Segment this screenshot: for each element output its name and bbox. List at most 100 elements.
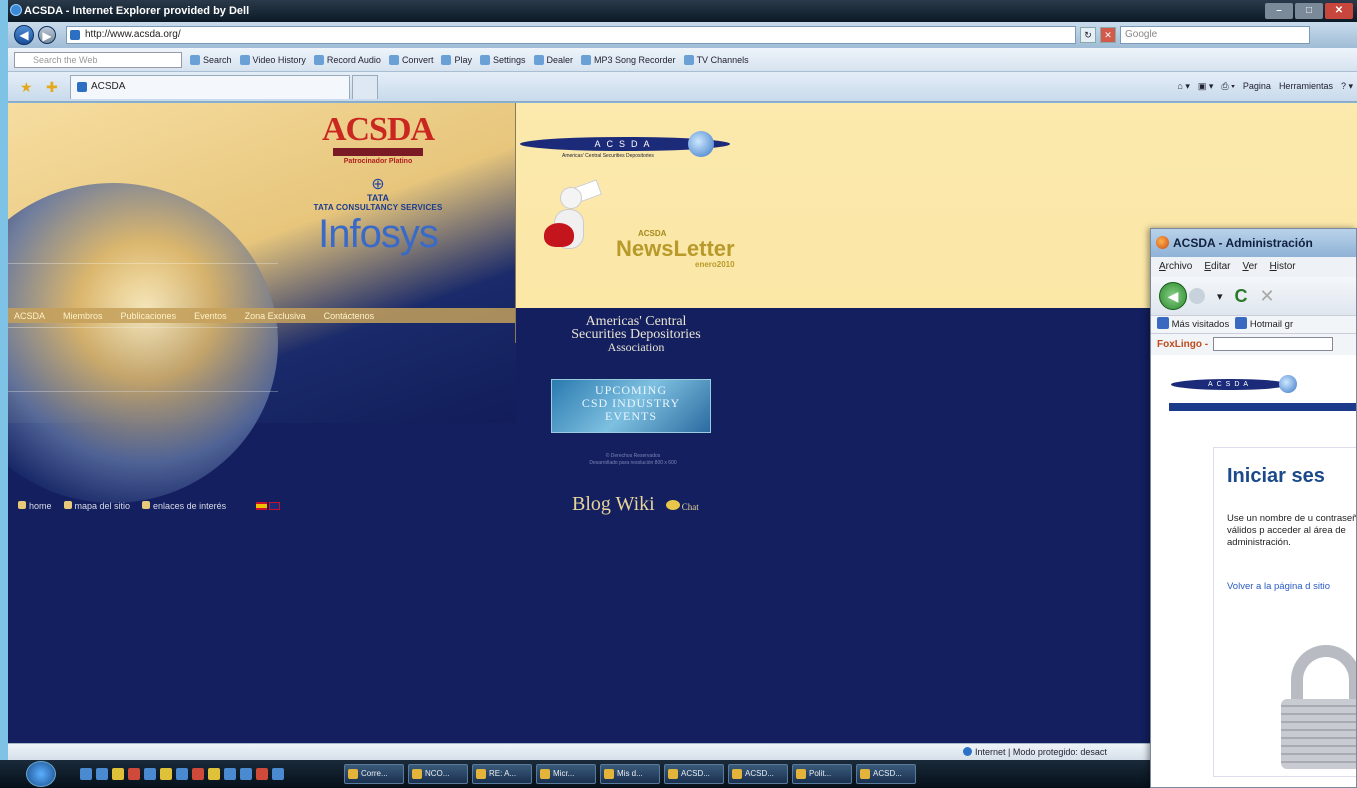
foxlingo-input[interactable] (1212, 337, 1333, 352)
taskbar-item[interactable]: ACSD... (728, 764, 788, 784)
english-flag-icon[interactable] (269, 502, 281, 510)
popup-reload-button[interactable]: C (1235, 286, 1248, 307)
taskbar-item[interactable]: ACSD... (664, 764, 724, 784)
quick-launch-icon[interactable] (192, 768, 204, 780)
bookmark-most-visited[interactable]: Más visitados (1157, 316, 1229, 333)
sponsor-level: Patrocinador Platino (343, 158, 413, 165)
add-favorite-icon[interactable]: ✚ (46, 80, 60, 94)
popup-header-stripe (1169, 403, 1356, 411)
sitemap-icon (63, 501, 72, 509)
links-of-interest-link[interactable]: enlaces de interés (142, 501, 226, 511)
stop-button[interactable]: ✕ (1100, 27, 1116, 43)
search-icon (190, 54, 200, 65)
quick-launch-icon[interactable] (272, 768, 284, 780)
newsletter-mascot-image[interactable] (534, 179, 604, 273)
spanish-flag-icon[interactable] (256, 502, 268, 510)
quick-launch-icon[interactable] (208, 768, 220, 780)
toolbar-search-button[interactable]: Search (190, 54, 232, 65)
history-dropdown-icon[interactable]: ▾ (1217, 290, 1223, 303)
taskbar-item[interactable]: RE: A... (472, 764, 532, 784)
new-tab-button[interactable] (352, 74, 378, 99)
taskbar-item[interactable]: NCO... (408, 764, 468, 784)
menu-historial[interactable]: Histor (1270, 257, 1296, 277)
chat-link[interactable]: Chat (682, 502, 699, 512)
toolbar-mp3-recorder[interactable]: MP3 Song Recorder (581, 54, 676, 65)
toolbar-record-audio[interactable]: Record Audio (313, 54, 381, 65)
start-button[interactable] (26, 761, 56, 787)
menu-item-eventos[interactable]: Eventos (194, 311, 227, 321)
refresh-button[interactable]: ↻ (1080, 27, 1096, 43)
quick-launch-icon[interactable] (256, 768, 268, 780)
address-bar[interactable]: http://www.acsda.org/ (66, 26, 1076, 44)
quick-launch-icon[interactable] (128, 768, 140, 780)
toolbar-tv-channels[interactable]: TV Channels (683, 54, 749, 65)
menu-ver[interactable]: Ver (1242, 257, 1257, 277)
back-button[interactable]: ◀ (14, 25, 34, 45)
favorites-star-icon[interactable]: ★ (20, 80, 34, 94)
toolbar-dealer[interactable]: Dealer (533, 54, 573, 65)
wiki-link[interactable]: Wiki (616, 493, 655, 515)
login-description: Use un nombre de u contraseña válidos p … (1227, 513, 1357, 548)
quick-launch-icon[interactable] (176, 768, 188, 780)
taskbar-item[interactable]: ACSD... (856, 764, 916, 784)
foxlingo-menu[interactable]: FoxLingo - (1157, 339, 1208, 350)
menu-item-publicaciones[interactable]: Publicaciones (121, 311, 177, 321)
close-button[interactable]: ✕ (1325, 3, 1353, 19)
home-icon[interactable]: ⌂ ▾ (1177, 81, 1189, 92)
menu-item-contactenos[interactable]: Contáctenos (324, 311, 375, 321)
popup-acsda-logo[interactable]: ACSDA (1171, 375, 1321, 393)
sitemap-link[interactable]: mapa del sitio (63, 501, 130, 511)
address-row: ◀ ▶ http://www.acsda.org/ ↻ ✕ Google (8, 22, 1357, 48)
popup-back-button[interactable]: ◀ (1159, 282, 1187, 310)
foxlingo-bar: FoxLingo - (1151, 333, 1356, 355)
popup-stop-button[interactable]: ✕ (1260, 286, 1275, 307)
tab-acsda[interactable]: ACSDA (70, 74, 350, 99)
quick-launch-icon[interactable] (240, 768, 252, 780)
toolbar-play[interactable]: Play (441, 54, 472, 65)
menu-editar[interactable]: Editar (1204, 257, 1230, 277)
toolbar-settings[interactable]: Settings (479, 54, 526, 65)
tata-logo-icon[interactable]: ⊕ (278, 177, 478, 193)
quick-launch-icon[interactable] (80, 768, 92, 780)
taskbar-item[interactable]: Corre... (344, 764, 404, 784)
back-to-site-link[interactable]: Volver a la página d sitio (1227, 581, 1356, 593)
page-menu[interactable]: Pagina (1243, 81, 1271, 92)
toolbar-video-history[interactable]: Video History (239, 54, 306, 65)
quick-launch-icon[interactable] (144, 768, 156, 780)
menu-archivo[interactable]: Archivo (1159, 257, 1192, 277)
feeds-icon[interactable]: ▣ ▾ (1198, 81, 1214, 92)
toolbar-convert[interactable]: Convert (388, 54, 433, 65)
maximize-button[interactable]: □ (1295, 3, 1323, 19)
menu-item-miembros[interactable]: Miembros (63, 311, 103, 321)
infosys-logo[interactable]: Infosys (278, 214, 478, 254)
minimize-button[interactable]: – (1265, 3, 1293, 19)
security-zone[interactable]: Internet | Modo protegido: desact (963, 744, 1107, 760)
taskbar-item[interactable]: Polit... (792, 764, 852, 784)
toolbar-search-input[interactable]: Search the Web (14, 51, 182, 68)
bookmark-hotmail[interactable]: Hotmail gr (1235, 316, 1293, 333)
blog-link[interactable]: Blog (572, 493, 611, 515)
globe-line (8, 263, 278, 264)
quick-launch-icon[interactable] (112, 768, 124, 780)
upcoming-events-banner[interactable]: UPCOMING CSD INDUSTRY EVENTS (551, 379, 711, 433)
help-icon[interactable]: ? ▾ (1341, 81, 1353, 92)
acsda-banner-logo[interactable]: ACSDA Americas' Central Securities Depos… (520, 129, 740, 159)
quick-launch-icon[interactable] (96, 768, 108, 780)
acsda-logo[interactable]: ACSDA (278, 113, 478, 147)
menu-item-acsda[interactable]: ACSDA (14, 311, 45, 321)
menu-item-zona-exclusiva[interactable]: Zona Exclusiva (245, 311, 306, 321)
popup-forward-button[interactable] (1189, 288, 1205, 304)
home-link[interactable]: home (18, 501, 52, 511)
addon-toolbar: Search the Web Search Video History Reco… (8, 48, 1357, 72)
chat-bubble-icon[interactable] (665, 500, 680, 510)
print-icon[interactable]: ⎙ ▾ (1221, 81, 1234, 92)
taskbar-item[interactable]: Mis d... (600, 764, 660, 784)
forward-button[interactable]: ▶ (38, 26, 56, 44)
taskbar-item[interactable]: Micr... (536, 764, 596, 784)
quick-launch-icon[interactable] (224, 768, 236, 780)
tools-menu[interactable]: Herramientas (1279, 81, 1333, 92)
quick-launch-icon[interactable] (160, 768, 172, 780)
search-input[interactable]: Google (1120, 26, 1310, 44)
newsletter-link[interactable]: ACSDA NewsLetter enero2010 (616, 229, 735, 269)
tab-label: ACSDA (91, 80, 126, 92)
